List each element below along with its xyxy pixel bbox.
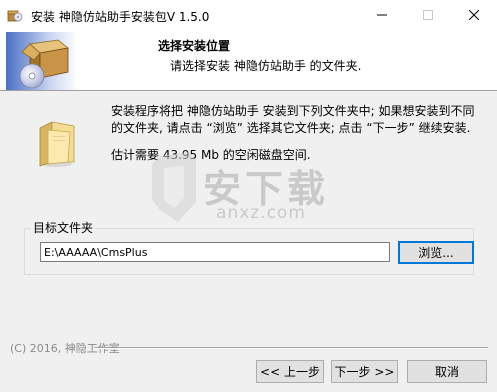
page-subtitle: 请选择安装 神隐仿站助手 的文件夹. <box>170 59 362 73</box>
minimize-icon <box>377 14 387 16</box>
page-header: 选择安装位置 请选择安装 神隐仿站助手 的文件夹. <box>0 30 497 91</box>
cd-box-icon <box>6 32 78 90</box>
page-title: 选择安装位置 <box>158 39 231 53</box>
title-bar[interactable]: 安装 神隐仿站助手安装包V 1.5.0 <box>0 0 497 30</box>
maximize-button[interactable] <box>405 0 451 30</box>
installer-window: 安装 神隐仿站助手安装包V 1.5.0 选择安装位置 请选择安装 神隐仿站助手 … <box>0 0 497 392</box>
target-folder-label: 目标文件夹 <box>31 219 96 236</box>
install-description: 安装程序将把 神隐仿站助手 安装到下列文件夹中; 如果想安装到不同的文件夹, 请… <box>111 104 475 135</box>
maximize-icon <box>423 10 433 20</box>
folder-icon <box>39 121 75 167</box>
next-button[interactable]: 下一步 >> <box>331 360 398 383</box>
back-button[interactable]: << 上一步 <box>256 360 324 383</box>
install-path-input[interactable] <box>40 242 390 262</box>
close-icon <box>469 10 479 20</box>
watermark-subtext: anxz.com <box>216 203 306 223</box>
close-button[interactable] <box>451 0 497 30</box>
installer-package-icon <box>7 10 23 22</box>
cancel-button[interactable]: 取消 <box>407 360 487 383</box>
footer-divider <box>94 347 488 349</box>
window-title: 安装 神隐仿站助手安装包V 1.5.0 <box>31 10 210 24</box>
browse-button[interactable]: 浏览... <box>398 241 474 264</box>
minimize-button[interactable] <box>359 0 405 30</box>
